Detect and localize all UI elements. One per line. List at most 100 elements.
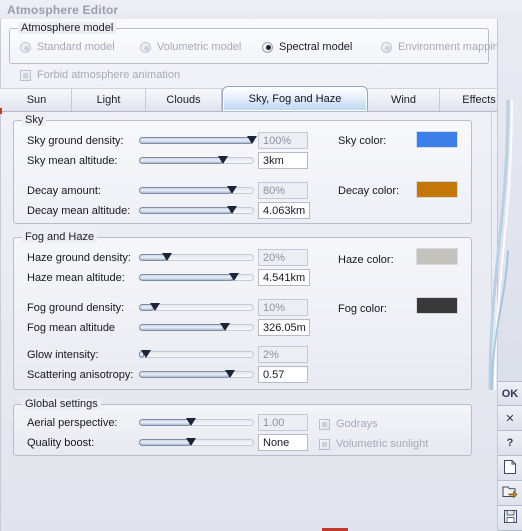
sky-legend: Sky bbox=[22, 114, 47, 126]
sky-mean-altitude-slider[interactable] bbox=[139, 154, 254, 167]
tab-light[interactable]: Light bbox=[72, 89, 146, 111]
haze-ground-density-value[interactable]: 20% bbox=[258, 249, 308, 266]
radio-standard-model[interactable]: Standard model bbox=[20, 41, 115, 53]
floppy-disk-icon bbox=[503, 509, 518, 527]
slider-thumb[interactable] bbox=[227, 206, 237, 214]
decay-amount-slider[interactable] bbox=[139, 184, 254, 197]
scattering-anisotropy-label: Scattering anisotropy: bbox=[27, 369, 134, 381]
slider-thumb[interactable] bbox=[220, 323, 230, 331]
open-button[interactable] bbox=[498, 481, 522, 506]
quality-boost-value[interactable]: None bbox=[258, 434, 308, 451]
slider-fill bbox=[139, 137, 253, 144]
fog-and-haze-legend: Fog and Haze bbox=[22, 231, 98, 243]
checkbox-icon[interactable] bbox=[319, 418, 330, 430]
slider-thumb[interactable] bbox=[186, 418, 196, 426]
slider-fill bbox=[139, 439, 191, 446]
radio-icon[interactable] bbox=[262, 41, 273, 53]
slider-fill bbox=[139, 419, 191, 426]
rail-button-column: OK ✕ ? bbox=[498, 381, 522, 531]
slider-thumb[interactable] bbox=[186, 438, 196, 446]
slider-thumb[interactable] bbox=[227, 186, 237, 194]
sky-color-swatch[interactable] bbox=[416, 131, 458, 148]
decay-mean-altitude-label: Decay mean altitude: bbox=[27, 205, 131, 217]
tab-sun[interactable]: Sun bbox=[2, 89, 72, 111]
checkbox-icon[interactable] bbox=[319, 438, 330, 450]
aerial-perspective-value[interactable]: 1.00 bbox=[258, 414, 308, 431]
tab-label: Light bbox=[96, 94, 121, 106]
tab-wind[interactable]: Wind bbox=[368, 89, 440, 111]
checkbox-label: Godrays bbox=[336, 418, 378, 430]
sky-ground-density-slider[interactable] bbox=[139, 134, 257, 147]
tab-label: Sky, Fog and Haze bbox=[248, 93, 342, 105]
slider-fill bbox=[139, 157, 223, 164]
atmosphere-editor-window: Atmosphere Editor Atmosphere model Stand… bbox=[0, 0, 522, 531]
save-button[interactable] bbox=[498, 506, 522, 531]
title-bar: Atmosphere Editor bbox=[0, 0, 522, 19]
decay-amount-value[interactable]: 80% bbox=[258, 182, 308, 199]
glow-intensity-value[interactable]: 2% bbox=[258, 346, 308, 363]
fog-color-swatch[interactable] bbox=[416, 297, 458, 314]
decay-mean-altitude-slider[interactable] bbox=[139, 204, 254, 217]
slider-thumb[interactable] bbox=[162, 253, 172, 261]
tab-sky-fog-and-haze[interactable]: Sky, Fog and Haze bbox=[222, 86, 368, 111]
fog-mean-altitude-value[interactable]: 326.05m bbox=[258, 319, 310, 336]
help-button[interactable]: ? bbox=[498, 431, 522, 456]
slider-thumb[interactable] bbox=[247, 136, 257, 144]
checkbox-label: Volumetric sunlight bbox=[336, 438, 429, 450]
slider-thumb[interactable] bbox=[229, 273, 239, 281]
godrays-checkbox[interactable]: Godrays bbox=[319, 418, 378, 430]
haze-mean-altitude-slider[interactable] bbox=[139, 271, 254, 284]
forbid-atmosphere-animation-checkbox[interactable]: Forbid atmosphere animation bbox=[20, 69, 180, 81]
slider-thumb[interactable] bbox=[141, 350, 151, 358]
checkbox-icon[interactable] bbox=[20, 69, 31, 81]
tab-label: Sun bbox=[26, 94, 47, 106]
ok-button[interactable]: OK bbox=[498, 381, 522, 406]
aerial-perspective-label: Aerial perspective: bbox=[27, 417, 118, 429]
tab-strip: Sun Light Clouds Sky, Fog and Haze Wind … bbox=[0, 86, 522, 112]
decay-color-label: Decay color: bbox=[338, 185, 400, 197]
haze-color-swatch[interactable] bbox=[416, 248, 458, 265]
fog-mean-altitude-slider[interactable] bbox=[139, 321, 254, 334]
slider-thumb[interactable] bbox=[218, 156, 228, 164]
radio-spectral-model[interactable]: Spectral model bbox=[262, 41, 352, 53]
radio-icon[interactable] bbox=[381, 41, 392, 53]
tab-label: Clouds bbox=[166, 94, 201, 106]
ok-label: OK bbox=[501, 387, 519, 400]
quality-boost-slider[interactable] bbox=[139, 436, 254, 449]
haze-ground-density-slider[interactable] bbox=[139, 251, 254, 264]
scattering-anisotropy-slider[interactable] bbox=[139, 368, 254, 381]
slider-track bbox=[139, 351, 254, 358]
window-title: Atmosphere Editor bbox=[7, 3, 119, 17]
aerial-perspective-slider[interactable] bbox=[139, 416, 254, 429]
decay-amount-label: Decay amount: bbox=[27, 185, 101, 197]
new-file-icon bbox=[503, 459, 517, 478]
scattering-anisotropy-value[interactable]: 0.57 bbox=[258, 366, 308, 383]
cancel-button[interactable]: ✕ bbox=[498, 406, 522, 431]
haze-ground-density-label: Haze ground density: bbox=[27, 252, 131, 264]
tab-clouds[interactable]: Clouds bbox=[146, 89, 222, 111]
fog-ground-density-slider[interactable] bbox=[139, 301, 254, 314]
fog-ground-density-value[interactable]: 10% bbox=[258, 299, 308, 316]
radio-icon[interactable] bbox=[140, 41, 151, 53]
radio-environment-mapping[interactable]: Environment mapping bbox=[381, 41, 505, 53]
radio-icon[interactable] bbox=[20, 41, 31, 53]
haze-color-label: Haze color: bbox=[338, 254, 394, 266]
radio-volumetric-model[interactable]: Volumetric model bbox=[140, 41, 241, 53]
fog-color-label: Fog color: bbox=[338, 303, 387, 315]
radio-label: Volumetric model bbox=[157, 41, 242, 53]
glow-intensity-slider[interactable] bbox=[139, 348, 254, 361]
sky-mean-altitude-value[interactable]: 3km bbox=[258, 152, 308, 169]
close-icon: ✕ bbox=[505, 412, 515, 425]
glow-intensity-label: Glow intensity: bbox=[27, 349, 99, 361]
decay-mean-altitude-value[interactable]: 4.063km bbox=[258, 202, 310, 219]
tab-label: Wind bbox=[390, 94, 417, 106]
new-button[interactable] bbox=[498, 456, 522, 481]
haze-mean-altitude-value[interactable]: 4.541km bbox=[258, 269, 310, 286]
volumetric-sunlight-checkbox[interactable]: Volumetric sunlight bbox=[319, 438, 428, 450]
sky-ground-density-value[interactable]: 100% bbox=[258, 132, 308, 149]
scroll-indicator[interactable] bbox=[489, 108, 497, 358]
slider-thumb[interactable] bbox=[225, 370, 235, 378]
radio-label: Standard model bbox=[37, 41, 115, 53]
slider-thumb[interactable] bbox=[150, 303, 160, 311]
decay-color-swatch[interactable] bbox=[416, 181, 458, 198]
